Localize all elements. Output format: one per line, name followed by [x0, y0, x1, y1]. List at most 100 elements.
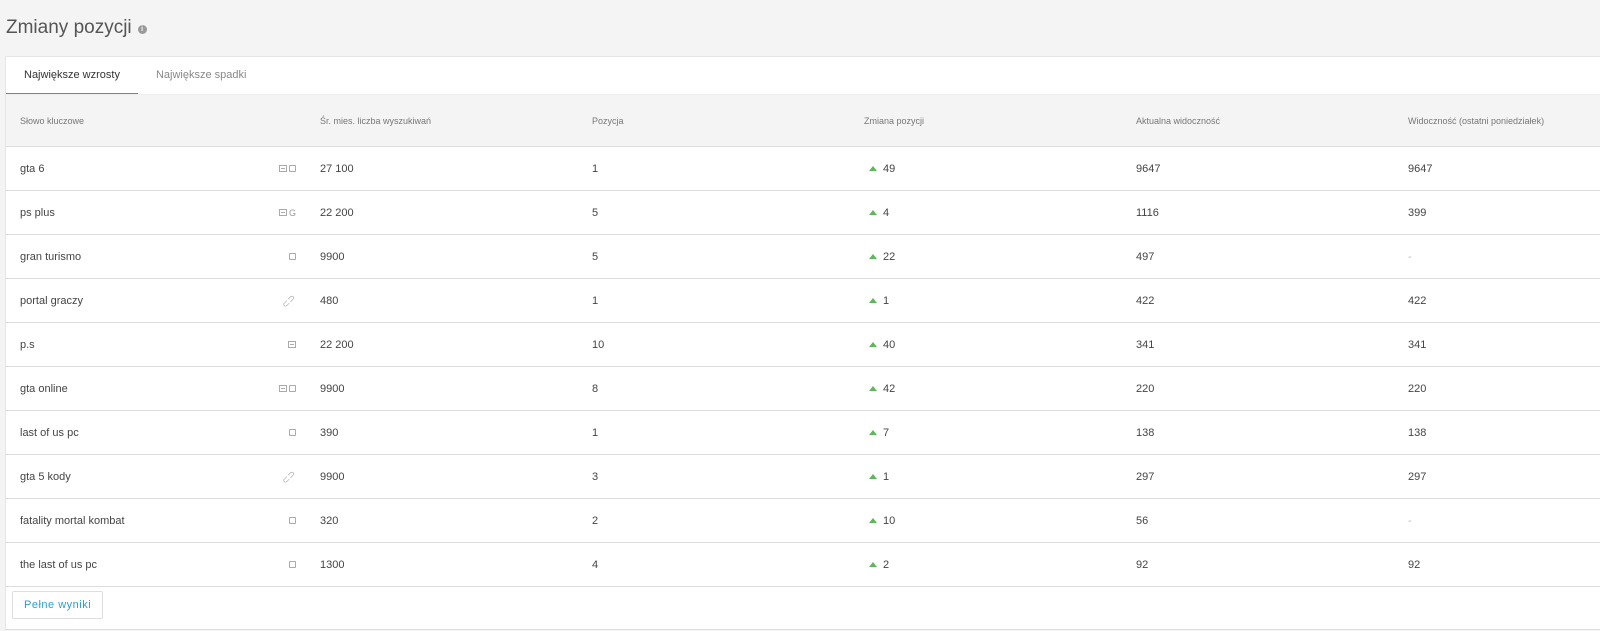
- table-row[interactable]: fatality mortal kombat 320 2 10 56 -: [6, 498, 1600, 543]
- change-cell: 1: [864, 278, 1136, 323]
- image-icon[interactable]: [289, 429, 296, 436]
- last-monday-cell: 220: [1408, 366, 1600, 411]
- column-header-position[interactable]: Pozycja: [592, 95, 864, 147]
- searches-cell: 9900: [320, 366, 592, 411]
- keyword-text[interactable]: gta online: [20, 383, 68, 395]
- searches-cell: 9900: [320, 234, 592, 279]
- change-value: 1: [883, 470, 890, 483]
- keyword-text[interactable]: gran turismo: [20, 251, 81, 263]
- visibility-cell: 56: [1136, 498, 1408, 543]
- table-row[interactable]: p.s 22 200 10 40 341 341: [6, 322, 1600, 367]
- table-row[interactable]: the last of us pc 1300 4 2 92 92: [6, 542, 1600, 587]
- arrow-up-icon: [869, 210, 877, 215]
- visibility-cell: 497: [1136, 234, 1408, 279]
- serp-features: G: [278, 208, 296, 217]
- serp-icon[interactable]: [279, 165, 287, 172]
- keyword-text[interactable]: p.s: [20, 339, 35, 351]
- info-icon[interactable]: i: [137, 24, 147, 34]
- change-value: 4: [883, 206, 890, 219]
- serp-features: [279, 385, 296, 392]
- visibility-cell: 341: [1136, 322, 1408, 367]
- searches-cell: 1300: [320, 542, 592, 587]
- serp-features: [288, 341, 296, 348]
- keyword-cell: gta 6: [6, 146, 320, 191]
- position-cell: 8: [592, 366, 864, 411]
- keyword-cell: the last of us pc: [6, 542, 320, 587]
- keyword-cell: gran turismo: [6, 234, 320, 279]
- table-body: gta 6 27 100 1 49 9647 9647 ps plus G 22…: [6, 146, 1600, 587]
- arrow-up-icon: [869, 386, 877, 391]
- full-results-button[interactable]: Pełne wyniki: [12, 591, 104, 619]
- visibility-cell: 1116: [1136, 190, 1408, 235]
- tab-biggest-drops[interactable]: Największe spadki: [138, 57, 264, 94]
- serp-icon[interactable]: [279, 385, 287, 392]
- change-cell: 42: [864, 366, 1136, 411]
- column-header-change[interactable]: Zmiana pozycji: [864, 95, 1136, 147]
- link-icon[interactable]: ⊂⊃: [280, 468, 298, 486]
- last-monday-cell: -: [1408, 498, 1600, 543]
- change-value: 40: [883, 338, 896, 351]
- searches-cell: 27 100: [320, 146, 592, 191]
- visibility-cell: 9647: [1136, 146, 1408, 191]
- keyword-text[interactable]: portal graczy: [20, 295, 83, 307]
- position-cell: 1: [592, 278, 864, 323]
- serp-features: ⊂⊃: [280, 468, 298, 486]
- serp-icon[interactable]: [288, 341, 296, 348]
- serp-features: [289, 253, 296, 260]
- searches-cell: 390: [320, 410, 592, 455]
- arrow-up-icon: [869, 518, 877, 523]
- position-cell: 10: [592, 322, 864, 367]
- image-icon[interactable]: [289, 165, 296, 172]
- image-icon[interactable]: [289, 253, 296, 260]
- table-row[interactable]: gta 6 27 100 1 49 9647 9647: [6, 146, 1600, 191]
- table-row[interactable]: gta 5 kody ⊂⊃ 9900 3 1 297 297: [6, 454, 1600, 499]
- image-icon[interactable]: [289, 561, 296, 568]
- link-icon[interactable]: ⊂⊃: [280, 292, 298, 310]
- last-monday-cell: 9647: [1408, 146, 1600, 191]
- table-row[interactable]: gta online 9900 8 42 220 220: [6, 366, 1600, 411]
- position-cell: 5: [592, 190, 864, 235]
- last-monday-cell: 341: [1408, 322, 1600, 367]
- position-cell: 3: [592, 454, 864, 499]
- change-value: 1: [883, 294, 890, 307]
- serp-icon[interactable]: [278, 209, 287, 216]
- change-cell: 7: [864, 410, 1136, 455]
- keyword-cell: p.s: [6, 322, 320, 367]
- position-cell: 5: [592, 234, 864, 279]
- arrow-up-icon: [869, 254, 877, 259]
- keyword-text[interactable]: last of us pc: [20, 427, 79, 439]
- keyword-text[interactable]: gta 5 kody: [20, 471, 71, 483]
- keyword-text[interactable]: the last of us pc: [20, 559, 97, 571]
- image-icon[interactable]: [289, 517, 296, 524]
- keyword-text[interactable]: ps plus: [20, 207, 55, 219]
- column-header-keyword[interactable]: Słowo kluczowe: [6, 95, 320, 147]
- change-cell: 4: [864, 190, 1136, 235]
- last-monday-cell: -: [1408, 234, 1600, 279]
- arrow-up-icon: [869, 298, 877, 303]
- table-row[interactable]: gran turismo 9900 5 22 497 -: [6, 234, 1600, 279]
- column-header-last-monday[interactable]: Widoczność (ostatni poniedziałek): [1408, 95, 1600, 147]
- change-value: 49: [883, 162, 896, 175]
- position-changes-card: Największe wzrosty Największe spadki Sło…: [5, 56, 1600, 630]
- keyword-text[interactable]: fatality mortal kombat: [20, 515, 125, 527]
- position-cell: 1: [592, 410, 864, 455]
- keyword-cell: portal graczy ⊂⊃: [6, 278, 320, 323]
- change-cell: 10: [864, 498, 1136, 543]
- table-row[interactable]: last of us pc 390 1 7 138 138: [6, 410, 1600, 455]
- change-cell: 1: [864, 454, 1136, 499]
- tab-biggest-gains[interactable]: Największe wzrosty: [6, 57, 138, 94]
- keyword-cell: ps plus G: [6, 190, 320, 235]
- visibility-cell: 138: [1136, 410, 1408, 455]
- keyword-cell: fatality mortal kombat: [6, 498, 320, 543]
- change-value: 42: [883, 382, 896, 395]
- image-icon[interactable]: [289, 385, 296, 392]
- google-icon[interactable]: G: [289, 208, 296, 217]
- column-header-searches[interactable]: Śr. mies. liczba wyszukiwań: [320, 95, 592, 147]
- card-footer: Pełne wyniki: [6, 587, 1600, 623]
- keyword-text[interactable]: gta 6: [20, 163, 44, 175]
- table-row[interactable]: ps plus G 22 200 5 4 1116 399: [6, 190, 1600, 235]
- table-row[interactable]: portal graczy ⊂⊃ 480 1 1 422 422: [6, 278, 1600, 323]
- column-header-visibility[interactable]: Aktualna widoczność: [1136, 95, 1408, 147]
- searches-cell: 22 200: [320, 190, 592, 235]
- change-value: 10: [883, 514, 896, 527]
